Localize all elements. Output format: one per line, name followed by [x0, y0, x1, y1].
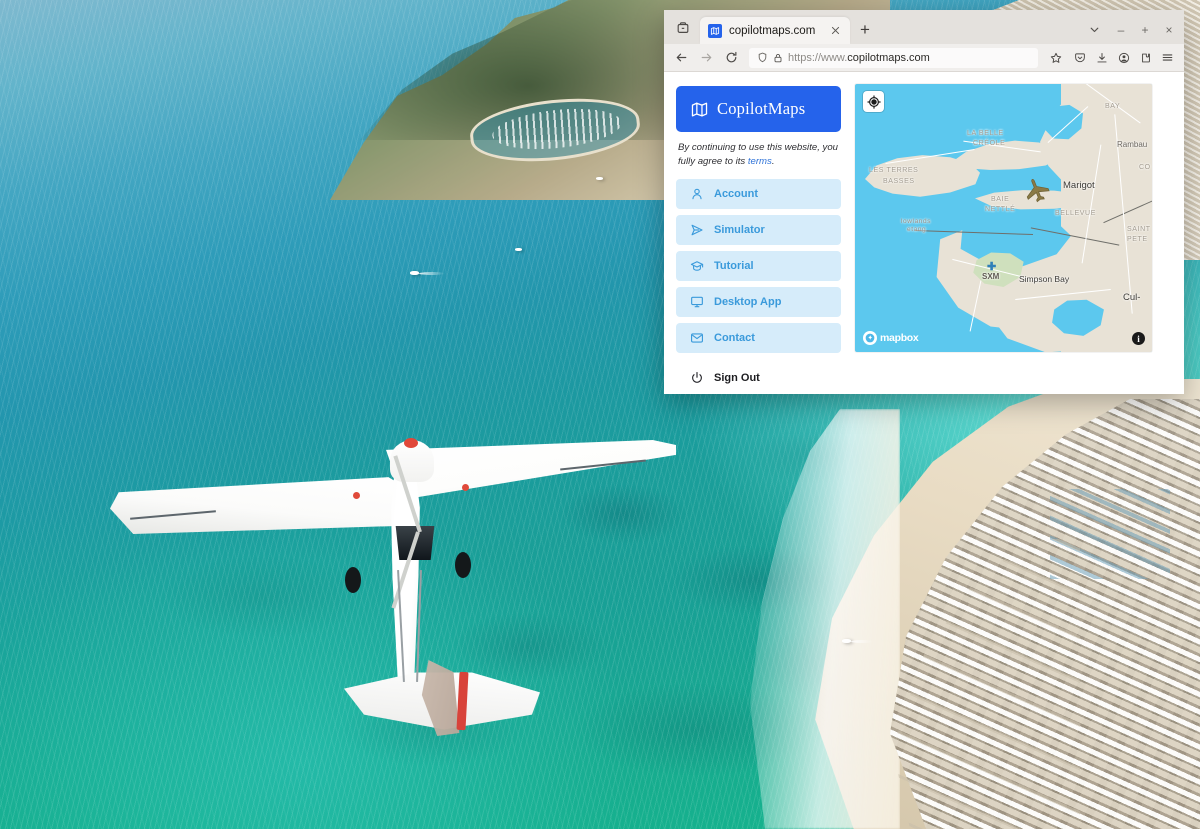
brand-header[interactable]: CopilotMaps	[676, 86, 841, 132]
cessna-aircraft	[100, 430, 680, 770]
sidebar-nav-list: Account Simulator	[676, 179, 841, 353]
window-controls: – + ×	[1110, 18, 1180, 42]
mapbox-logo-text: mapbox	[880, 332, 918, 344]
extensions-icon[interactable]	[1135, 47, 1156, 68]
map-label-area: CO	[1139, 164, 1151, 171]
boat	[842, 639, 851, 643]
folded-map-icon	[690, 100, 709, 119]
hamburger-menu-icon[interactable]	[1157, 47, 1178, 68]
propeller-spinner	[404, 438, 418, 448]
map-label-small: lowlands	[901, 218, 931, 225]
arrow-right-icon[interactable]	[695, 47, 717, 69]
reload-icon[interactable]	[720, 47, 742, 69]
pocket-icon[interactable]	[1069, 47, 1090, 68]
desktop-monitor-icon	[689, 294, 704, 309]
navigation-toolbar: https://www.copilotmaps.com	[664, 44, 1184, 72]
sign-out-button[interactable]: Sign Out	[676, 363, 841, 393]
sidebar-item-label: Desktop App	[714, 296, 781, 308]
boat	[410, 271, 419, 275]
account-circle-icon[interactable]	[1113, 47, 1134, 68]
app-sidebar: CopilotMaps By continuing to use this we…	[676, 86, 841, 394]
copilotmaps-favicon	[708, 24, 722, 38]
terms-text-after: .	[772, 156, 775, 167]
terms-notice: By continuing to use this website, you f…	[678, 141, 839, 169]
minimize-button[interactable]: –	[1110, 18, 1132, 42]
map-panel: ✚ LA BELLE CRÉOLE LES TERRES BASSES BAIE…	[855, 86, 1172, 394]
geolocate-crosshair-icon[interactable]	[863, 91, 884, 112]
maximize-button[interactable]: +	[1134, 18, 1156, 42]
envelope-icon	[689, 330, 704, 345]
browser-window: copilotmaps.com + – + ×	[664, 10, 1184, 394]
star-icon[interactable]	[1045, 47, 1066, 68]
map-label-area: BASSES	[883, 178, 915, 185]
url-text: https://www.copilotmaps.com	[788, 52, 930, 64]
boat-wake	[851, 640, 873, 643]
right-wing-marking	[462, 484, 469, 491]
map-label-area: BAIE	[991, 196, 1009, 203]
map-label-city: Marigot	[1063, 180, 1095, 191]
arrow-left-icon[interactable]	[670, 47, 692, 69]
map-label-place: Simpson Bay	[1019, 274, 1069, 284]
map-label-area: SAINT	[1127, 226, 1151, 233]
sidebar-item-label: Simulator	[714, 224, 765, 236]
close-icon[interactable]	[828, 24, 842, 38]
boat	[515, 248, 522, 251]
padlock-icon	[773, 53, 783, 63]
download-icon[interactable]	[1091, 47, 1112, 68]
map-label-area: BAY	[1105, 103, 1120, 110]
page-content: CopilotMaps By continuing to use this we…	[664, 72, 1184, 394]
mapbox-logo-icon	[863, 331, 877, 345]
mapbox-map[interactable]: ✚ LA BELLE CRÉOLE LES TERRES BASSES BAIE…	[855, 84, 1152, 352]
tab-title: copilotmaps.com	[729, 25, 821, 37]
browser-tab[interactable]: copilotmaps.com	[700, 17, 850, 44]
sign-out-label: Sign Out	[714, 372, 760, 384]
boat	[596, 177, 603, 180]
left-wing-marking	[353, 492, 360, 499]
map-label-small: etang	[907, 226, 926, 233]
map-label-area: LES TERRES	[869, 167, 918, 174]
map-label-area: CRÉOLE	[973, 140, 1005, 147]
url-scheme: https://www.	[788, 52, 847, 64]
sidebar-item-label: Account	[714, 188, 758, 200]
map-label-area: LA BELLE	[967, 130, 1004, 137]
sidebar-item-tutorial[interactable]: Tutorial	[676, 251, 841, 281]
power-icon	[689, 370, 704, 385]
tab-strip: copilotmaps.com + – + ×	[664, 10, 1184, 44]
left-main-wheel	[345, 567, 361, 593]
map-label-area: BELLEVUE	[1055, 210, 1096, 217]
sidebar-item-label: Contact	[714, 332, 755, 344]
sidebar-item-label: Tutorial	[714, 260, 754, 272]
left-wing	[110, 476, 400, 534]
sidebar-item-desktop-app[interactable]: Desktop App	[676, 287, 841, 317]
brand-name: CopilotMaps	[717, 99, 805, 119]
map-label-area: NETTLÉ	[985, 206, 1015, 213]
map-info-button[interactable]: i	[1132, 332, 1145, 345]
mapbox-logo[interactable]: mapbox	[863, 330, 918, 345]
map-label-place: SXM	[982, 272, 999, 281]
graduation-cap-icon	[689, 258, 704, 273]
sidebar-item-simulator[interactable]: Simulator	[676, 215, 841, 245]
window-close-button[interactable]: ×	[1158, 18, 1180, 42]
address-bar[interactable]: https://www.copilotmaps.com	[749, 48, 1038, 68]
shield-icon[interactable]	[757, 52, 768, 63]
boat-wake	[419, 272, 445, 275]
firefox-view-icon[interactable]	[668, 14, 698, 42]
url-host: copilotmaps.com	[847, 52, 930, 64]
map-label-place: Rambau	[1117, 140, 1147, 149]
chevron-down-icon[interactable]	[1080, 16, 1108, 42]
new-tab-button[interactable]: +	[852, 17, 878, 43]
sidebar-item-account[interactable]: Account	[676, 179, 841, 209]
terms-link[interactable]: terms	[748, 156, 772, 167]
map-label-area: PETE	[1127, 236, 1148, 243]
sidebar-item-contact[interactable]: Contact	[676, 323, 841, 353]
right-main-wheel	[455, 552, 471, 578]
person-icon	[689, 186, 704, 201]
paper-plane-icon	[689, 222, 704, 237]
toolbar-icon-group	[1069, 47, 1178, 68]
airplane-marker-icon[interactable]	[1022, 176, 1052, 211]
map-label-place: Cul-	[1123, 292, 1140, 303]
